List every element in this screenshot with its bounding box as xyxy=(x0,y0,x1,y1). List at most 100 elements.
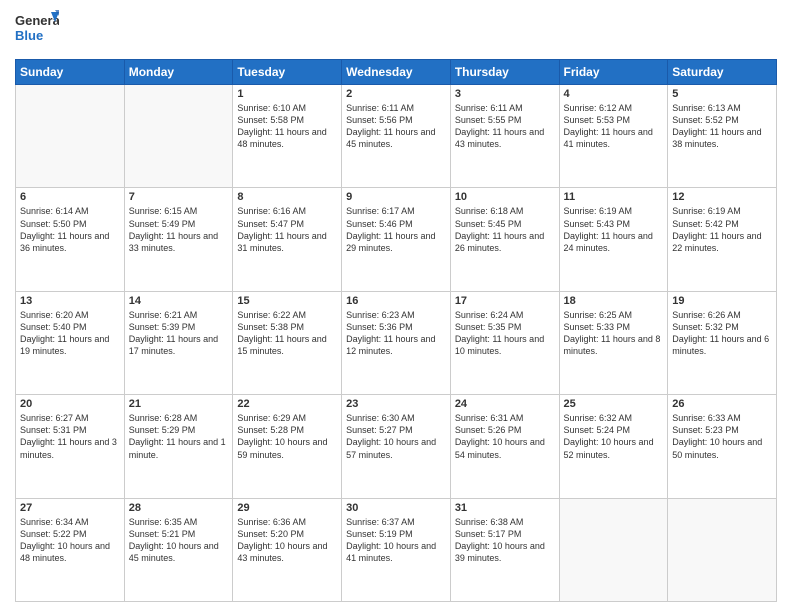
day-number: 22 xyxy=(237,398,337,410)
calendar-cell-w5-d3: 29 Sunrise: 6:36 AMSunset: 5:20 PMDayligh… xyxy=(233,498,342,601)
day-info: Sunrise: 6:33 AMSunset: 5:23 PMDaylight:… xyxy=(672,412,772,461)
day-number: 14 xyxy=(129,295,229,307)
calendar-cell-w1-d2 xyxy=(124,85,233,188)
day-info: Sunrise: 6:17 AMSunset: 5:46 PMDaylight:… xyxy=(346,205,446,254)
day-info: Sunrise: 6:19 AMSunset: 5:42 PMDaylight:… xyxy=(672,205,772,254)
day-number: 5 xyxy=(672,88,772,100)
day-number: 31 xyxy=(455,502,555,514)
header-wednesday: Wednesday xyxy=(342,60,451,85)
week-row-3: 13Sunrise: 6:20 AMSunset: 5:40 PMDayligh… xyxy=(16,291,777,394)
calendar-cell-w4-d1: 20 Sunrise: 6:27 AMSunset: 5:31 PMDayligh… xyxy=(16,395,125,498)
day-number: 16 xyxy=(346,295,446,307)
day-number: 9 xyxy=(346,191,446,203)
calendar-cell-w2-d7: 12 Sunrise: 6:19 AMSunset: 5:42 PMDayligh… xyxy=(668,188,777,291)
calendar-cell-w2-d1: 6Sunrise: 6:14 AMSunset: 5:50 PMDaylight… xyxy=(16,188,125,291)
logo-svg: General Blue xyxy=(15,10,59,48)
day-info: Sunrise: 6:16 AMSunset: 5:47 PMDaylight:… xyxy=(237,205,337,254)
days-header-row: Sunday Monday Tuesday Wednesday Thursday… xyxy=(16,60,777,85)
day-info: Sunrise: 6:24 AMSunset: 5:35 PMDaylight:… xyxy=(455,309,555,358)
day-number: 10 xyxy=(455,191,555,203)
day-number: 29 xyxy=(237,502,337,514)
calendar-cell-w5-d1: 27 Sunrise: 6:34 AMSunset: 5:22 PMDayligh… xyxy=(16,498,125,601)
calendar-table: Sunday Monday Tuesday Wednesday Thursday… xyxy=(15,59,777,602)
day-number: 20 xyxy=(20,398,120,410)
day-number: 26 xyxy=(672,398,772,410)
day-info: Sunrise: 6:34 AMSunset: 5:22 PMDaylight:… xyxy=(20,516,120,565)
day-number: 23 xyxy=(346,398,446,410)
calendar-cell-w1-d5: 3 Sunrise: 6:11 AMSunset: 5:55 PMDaylight… xyxy=(450,85,559,188)
calendar-cell-w3-d7: 19 Sunrise: 6:26 AMSunset: 5:32 PMDayligh… xyxy=(668,291,777,394)
week-row-1: 1Sunrise: 6:10 AMSunset: 5:58 PMDaylight… xyxy=(16,85,777,188)
calendar-cell-w2-d6: 11 Sunrise: 6:19 AMSunset: 5:43 PMDayligh… xyxy=(559,188,668,291)
calendar-cell-w5-d4: 30 Sunrise: 6:37 AMSunset: 5:19 PMDayligh… xyxy=(342,498,451,601)
day-number: 8 xyxy=(237,191,337,203)
day-info: Sunrise: 6:36 AMSunset: 5:20 PMDaylight:… xyxy=(237,516,337,565)
week-row-5: 27 Sunrise: 6:34 AMSunset: 5:22 PMDayligh… xyxy=(16,498,777,601)
day-info: Sunrise: 6:27 AMSunset: 5:31 PMDaylight:… xyxy=(20,412,120,461)
day-number: 19 xyxy=(672,295,772,307)
day-info: Sunrise: 6:14 AMSunset: 5:50 PMDaylight:… xyxy=(20,205,120,254)
calendar-cell-w3-d4: 16 Sunrise: 6:23 AMSunset: 5:36 PMDayligh… xyxy=(342,291,451,394)
day-info: Sunrise: 6:37 AMSunset: 5:19 PMDaylight:… xyxy=(346,516,446,565)
day-info: Sunrise: 6:15 AMSunset: 5:49 PMDaylight:… xyxy=(129,205,229,254)
day-info: Sunrise: 6:11 AMSunset: 5:56 PMDaylight:… xyxy=(346,102,446,151)
day-number: 4 xyxy=(564,88,664,100)
day-number: 25 xyxy=(564,398,664,410)
day-number: 12 xyxy=(672,191,772,203)
header: General Blue xyxy=(15,10,777,51)
day-info: Sunrise: 6:21 AMSunset: 5:39 PMDaylight:… xyxy=(129,309,229,358)
day-number: 30 xyxy=(346,502,446,514)
calendar-cell-w3-d5: 17 Sunrise: 6:24 AMSunset: 5:35 PMDayligh… xyxy=(450,291,559,394)
day-info: Sunrise: 6:13 AMSunset: 5:52 PMDaylight:… xyxy=(672,102,772,151)
day-number: 28 xyxy=(129,502,229,514)
day-number: 24 xyxy=(455,398,555,410)
day-info: Sunrise: 6:22 AMSunset: 5:38 PMDaylight:… xyxy=(237,309,337,358)
day-number: 15 xyxy=(237,295,337,307)
calendar-cell-w4-d7: 26 Sunrise: 6:33 AMSunset: 5:23 PMDayligh… xyxy=(668,395,777,498)
calendar-cell-w4-d3: 22 Sunrise: 6:29 AMSunset: 5:28 PMDayligh… xyxy=(233,395,342,498)
day-info: Sunrise: 6:35 AMSunset: 5:21 PMDaylight:… xyxy=(129,516,229,565)
day-info: Sunrise: 6:28 AMSunset: 5:29 PMDaylight:… xyxy=(129,412,229,461)
day-number: 17 xyxy=(455,295,555,307)
calendar-cell-w4-d4: 23 Sunrise: 6:30 AMSunset: 5:27 PMDayligh… xyxy=(342,395,451,498)
day-number: 3 xyxy=(455,88,555,100)
day-info: Sunrise: 6:23 AMSunset: 5:36 PMDaylight:… xyxy=(346,309,446,358)
day-info: Sunrise: 6:25 AMSunset: 5:33 PMDaylight:… xyxy=(564,309,664,358)
day-info: Sunrise: 6:26 AMSunset: 5:32 PMDaylight:… xyxy=(672,309,772,358)
day-info: Sunrise: 6:20 AMSunset: 5:40 PMDaylight:… xyxy=(20,309,120,358)
header-tuesday: Tuesday xyxy=(233,60,342,85)
calendar-cell-w5-d7 xyxy=(668,498,777,601)
svg-text:Blue: Blue xyxy=(15,28,43,43)
calendar-cell-w1-d3: 1Sunrise: 6:10 AMSunset: 5:58 PMDaylight… xyxy=(233,85,342,188)
header-sunday: Sunday xyxy=(16,60,125,85)
logo: General Blue xyxy=(15,10,63,51)
day-info: Sunrise: 6:18 AMSunset: 5:45 PMDaylight:… xyxy=(455,205,555,254)
day-info: Sunrise: 6:11 AMSunset: 5:55 PMDaylight:… xyxy=(455,102,555,151)
day-info: Sunrise: 6:12 AMSunset: 5:53 PMDaylight:… xyxy=(564,102,664,151)
header-monday: Monday xyxy=(124,60,233,85)
day-info: Sunrise: 6:29 AMSunset: 5:28 PMDaylight:… xyxy=(237,412,337,461)
calendar-cell-w2-d2: 7Sunrise: 6:15 AMSunset: 5:49 PMDaylight… xyxy=(124,188,233,291)
calendar-cell-w5-d5: 31 Sunrise: 6:38 AMSunset: 5:17 PMDayligh… xyxy=(450,498,559,601)
calendar-cell-w1-d4: 2Sunrise: 6:11 AMSunset: 5:56 PMDaylight… xyxy=(342,85,451,188)
day-info: Sunrise: 6:30 AMSunset: 5:27 PMDaylight:… xyxy=(346,412,446,461)
week-row-4: 20 Sunrise: 6:27 AMSunset: 5:31 PMDayligh… xyxy=(16,395,777,498)
calendar-cell-w3-d1: 13Sunrise: 6:20 AMSunset: 5:40 PMDayligh… xyxy=(16,291,125,394)
header-saturday: Saturday xyxy=(668,60,777,85)
header-friday: Friday xyxy=(559,60,668,85)
calendar-cell-w3-d2: 14 Sunrise: 6:21 AMSunset: 5:39 PMDayligh… xyxy=(124,291,233,394)
calendar-cell-w4-d5: 24Sunrise: 6:31 AMSunset: 5:26 PMDayligh… xyxy=(450,395,559,498)
day-info: Sunrise: 6:19 AMSunset: 5:43 PMDaylight:… xyxy=(564,205,664,254)
calendar-cell-w4-d2: 21Sunrise: 6:28 AMSunset: 5:29 PMDayligh… xyxy=(124,395,233,498)
day-info: Sunrise: 6:32 AMSunset: 5:24 PMDaylight:… xyxy=(564,412,664,461)
calendar-cell-w2-d5: 10 Sunrise: 6:18 AMSunset: 5:45 PMDayligh… xyxy=(450,188,559,291)
day-number: 11 xyxy=(564,191,664,203)
calendar-cell-w3-d3: 15 Sunrise: 6:22 AMSunset: 5:38 PMDayligh… xyxy=(233,291,342,394)
calendar-cell-w1-d6: 4 Sunrise: 6:12 AMSunset: 5:53 PMDaylight… xyxy=(559,85,668,188)
calendar-cell-w4-d6: 25 Sunrise: 6:32 AMSunset: 5:24 PMDayligh… xyxy=(559,395,668,498)
day-info: Sunrise: 6:38 AMSunset: 5:17 PMDaylight:… xyxy=(455,516,555,565)
day-number: 27 xyxy=(20,502,120,514)
day-number: 1 xyxy=(237,88,337,100)
calendar-cell-w5-d6 xyxy=(559,498,668,601)
calendar-cell-w5-d2: 28 Sunrise: 6:35 AMSunset: 5:21 PMDayligh… xyxy=(124,498,233,601)
